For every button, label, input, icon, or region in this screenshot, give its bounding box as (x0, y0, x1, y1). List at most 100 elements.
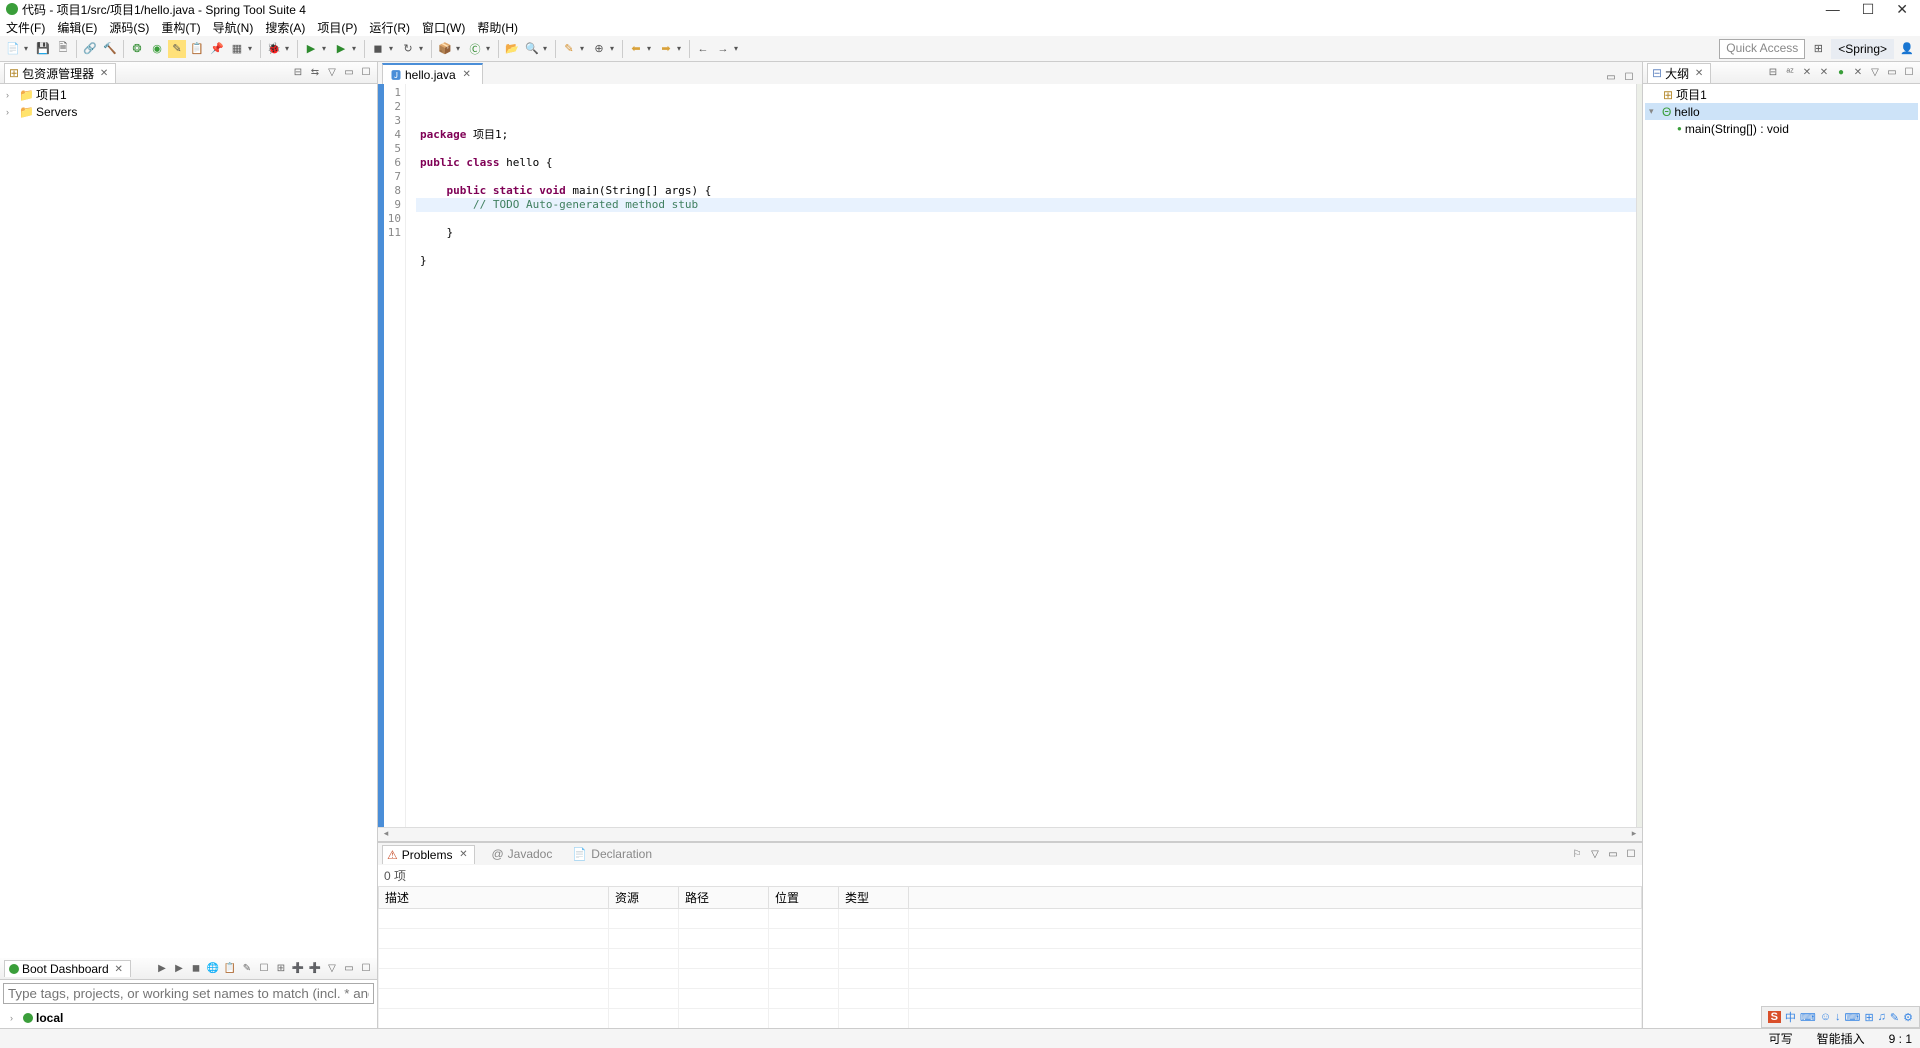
menu-file[interactable]: 文件(F) (6, 19, 45, 36)
ime-down-icon[interactable]: ↓ (1835, 1011, 1841, 1023)
outline-tool-5-icon[interactable]: ● (1834, 66, 1848, 80)
package-explorer-tree[interactable]: › 📁 项目1 › 📁 Servers (0, 84, 377, 958)
pin-icon[interactable]: 📌 (208, 40, 226, 58)
boot-tool-9-icon[interactable]: ➕ (291, 962, 305, 976)
menu-help[interactable]: 帮助(H) (477, 19, 518, 36)
back-icon[interactable]: ⬅ (627, 40, 645, 58)
quick-access-input[interactable]: Quick Access (1719, 39, 1805, 59)
expand-arrow-icon[interactable]: › (6, 90, 16, 100)
editor-hscroll[interactable]: ◂ ▸ (378, 827, 1642, 841)
perspective-spring[interactable]: <Spring> (1831, 39, 1894, 59)
highlight-icon[interactable]: ✎ (168, 40, 186, 58)
link-icon[interactable]: 🔗 (81, 40, 99, 58)
new-package-icon[interactable]: 📦 (436, 40, 454, 58)
minimize-view-icon[interactable]: ▭ (342, 962, 356, 976)
boot-tree[interactable]: › local (0, 1007, 377, 1028)
tab-declaration[interactable]: 📄 Declaration (568, 845, 656, 863)
forward-icon[interactable]: ➡ (657, 40, 675, 58)
run-last-icon[interactable]: ▶ (332, 40, 350, 58)
col-resource[interactable]: 资源 (609, 887, 679, 909)
outline-tool-4-icon[interactable]: ✕ (1817, 66, 1831, 80)
close-view-icon[interactable]: ✕ (97, 66, 111, 80)
maximize-view-icon[interactable]: ☐ (1624, 847, 1638, 861)
close-view-icon[interactable]: ✕ (112, 962, 126, 976)
minimize-view-icon[interactable]: ▭ (1606, 847, 1620, 861)
ime-grid-icon[interactable]: ⊞ (1864, 1011, 1873, 1024)
stop2-icon[interactable]: ◼ (369, 40, 387, 58)
boot-tool-3-icon[interactable]: ◼ (189, 962, 203, 976)
toggle-icon[interactable]: 📋 (188, 40, 206, 58)
nav-fwd-icon[interactable]: → (714, 40, 732, 58)
close-tab-icon[interactable]: ✕ (456, 848, 470, 862)
menu-run[interactable]: 运行(R) (369, 19, 410, 36)
view-menu-icon[interactable]: ▽ (1868, 66, 1882, 80)
col-path[interactable]: 路径 (679, 887, 769, 909)
menu-navigate[interactable]: 导航(N) (213, 19, 254, 36)
boot-tool-6-icon[interactable]: ✎ (240, 962, 254, 976)
filter-icon[interactable]: ⚐ (1570, 847, 1584, 861)
ime-music-icon[interactable]: ♫ (1878, 1011, 1886, 1023)
menu-source[interactable]: 源码(S) (109, 19, 149, 36)
link-editor-icon[interactable]: ⇆ (308, 66, 322, 80)
nav-back-icon[interactable]: ← (694, 40, 712, 58)
task-icon[interactable]: ✎ (560, 40, 578, 58)
ime-lang[interactable]: 中 (1785, 1009, 1796, 1025)
boot-filter-input[interactable] (3, 983, 374, 1004)
close-view-icon[interactable]: ✕ (1692, 66, 1706, 80)
coverage-icon[interactable]: ◉ (148, 40, 166, 58)
tree-item-project1[interactable]: › 📁 项目1 (2, 86, 375, 103)
outline-item-method[interactable]: ● main(String[]) : void (1645, 120, 1918, 137)
ime-gear-icon[interactable]: ⚙ (1903, 1011, 1913, 1024)
editor-tab-hello[interactable]: 🅹 hello.java ✕ (382, 63, 483, 84)
menu-search[interactable]: 搜索(A) (265, 19, 305, 36)
col-location[interactable]: 位置 (769, 887, 839, 909)
new-class-icon[interactable]: Ⓒ (466, 40, 484, 58)
maximize-view-icon[interactable]: ☐ (359, 66, 373, 80)
open-perspective-icon[interactable]: ⊞ (1809, 40, 1827, 58)
boot-tool-4-icon[interactable]: 🌐 (206, 962, 220, 976)
build-icon[interactable]: 🔨 (101, 40, 119, 58)
ime-kb2-icon[interactable]: ⌨ (1845, 1011, 1861, 1024)
ime-bar[interactable]: S 中 ⌨ ☺ ↓ ⌨ ⊞ ♫ ✎ ⚙ (1761, 1006, 1920, 1028)
minimize-editor-icon[interactable]: ▭ (1604, 70, 1618, 84)
save-all-icon[interactable]: 🗎 (54, 40, 72, 58)
editor-body[interactable]: 1234567891011 package 项目1; public class … (378, 84, 1642, 827)
relaunch-icon[interactable]: ↻ (399, 40, 417, 58)
maximize-editor-icon[interactable]: ☐ (1622, 70, 1636, 84)
close-tab-icon[interactable]: ✕ (460, 68, 474, 82)
col-description[interactable]: 描述 (379, 887, 609, 909)
scroll-left-icon[interactable]: ◂ (378, 828, 394, 841)
ime-emoji-icon[interactable]: ☺ (1820, 1011, 1831, 1023)
boot-tool-8-icon[interactable]: ⊞ (274, 962, 288, 976)
expand-arrow-icon[interactable]: › (10, 1013, 20, 1023)
tab-javadoc[interactable]: @ Javadoc (487, 845, 556, 863)
bug-icon[interactable]: 🐞 (265, 40, 283, 58)
search-icon[interactable]: 🔍 (523, 40, 541, 58)
outline-item-class[interactable]: ▾ Θ hello (1645, 103, 1918, 120)
stop-icon[interactable]: ▦ (228, 40, 246, 58)
annotation-icon[interactable]: ⊕ (590, 40, 608, 58)
minimize-view-icon[interactable]: ▭ (1885, 66, 1899, 80)
boot-tool-2-icon[interactable]: ▶ (172, 962, 186, 976)
tree-item-servers[interactable]: › 📁 Servers (2, 103, 375, 120)
menu-window[interactable]: 窗口(W) (422, 19, 465, 36)
boot-tool-7-icon[interactable]: ☐ (257, 962, 271, 976)
expand-arrow-icon[interactable]: › (6, 107, 16, 117)
outline-tool-6-icon[interactable]: ✕ (1851, 66, 1865, 80)
code-area[interactable]: package 项目1; public class hello { public… (416, 84, 1636, 827)
boot-tool-5-icon[interactable]: 📋 (223, 962, 237, 976)
outline-tree[interactable]: ⊞ 项目1 ▾ Θ hello ● main(String[]) : void (1643, 84, 1920, 139)
outline-item-package[interactable]: ⊞ 项目1 (1645, 86, 1918, 103)
col-type[interactable]: 类型 (839, 887, 909, 909)
fold-bar[interactable] (406, 84, 416, 827)
perspective-icon[interactable]: 👤 (1898, 40, 1916, 58)
boot-tool-1-icon[interactable]: ▶ (155, 962, 169, 976)
minimize-button[interactable]: — (1826, 1, 1840, 18)
menu-edit[interactable]: 编辑(E) (57, 19, 97, 36)
close-button[interactable]: ✕ (1896, 1, 1908, 18)
outline-tool-3-icon[interactable]: ✕ (1800, 66, 1814, 80)
save-icon[interactable]: 💾 (34, 40, 52, 58)
maximize-button[interactable]: ☐ (1862, 1, 1875, 18)
view-menu-icon[interactable]: ▽ (325, 66, 339, 80)
expand-arrow-icon[interactable]: ▾ (1649, 106, 1659, 117)
